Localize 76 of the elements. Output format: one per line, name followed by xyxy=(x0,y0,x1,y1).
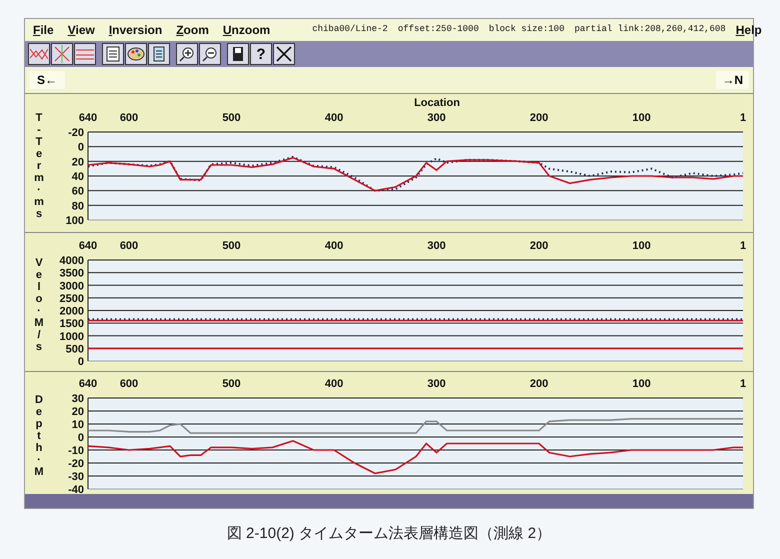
tick-label: 200 xyxy=(530,378,548,390)
tick-label: 40 xyxy=(72,171,84,183)
layer-lines-icon[interactable] xyxy=(74,43,96,65)
tick-label: -30 xyxy=(68,471,84,483)
tick-label: 20 xyxy=(72,156,84,168)
tick-label: 2500 xyxy=(60,292,84,305)
tick-label: 200 xyxy=(530,112,548,124)
status-text: offset:250-1000 xyxy=(398,23,479,36)
menu-item[interactable]: Unzoom xyxy=(220,21,272,39)
tick-label: 3000 xyxy=(60,280,84,292)
axis-title: T-Term·ms xyxy=(34,112,44,220)
zoom-out-icon[interactable] xyxy=(199,43,221,65)
tick-label: 3500 xyxy=(60,268,84,280)
tick-label: 640 xyxy=(78,112,98,124)
tick-label: 1 xyxy=(740,378,746,390)
tick-label: 100 xyxy=(632,112,651,124)
figure-caption: 図 2-10(2) タイムターム法表層構造図（測線 2） xyxy=(226,524,552,544)
tick-label: 400 xyxy=(324,112,344,124)
status-text: block size:100 xyxy=(488,23,564,36)
tick-label: 100 xyxy=(632,240,651,252)
tick-label: 20 xyxy=(72,406,84,418)
save-icon[interactable] xyxy=(227,43,249,65)
tick-label: 30 xyxy=(72,393,84,405)
direction-label: →N xyxy=(716,71,749,89)
direction-label: S← xyxy=(29,71,66,89)
tick-label: 400 xyxy=(324,378,344,390)
tick-label: 300 xyxy=(427,112,446,124)
tick-label: 300 xyxy=(427,378,446,390)
tick-label: 1000 xyxy=(60,330,84,343)
menu-item[interactable]: File xyxy=(31,21,56,39)
tick-label: 200 xyxy=(530,240,548,252)
tick-label: 0 xyxy=(78,432,84,444)
help-button[interactable]: ? xyxy=(250,43,272,65)
tick-label: -40 xyxy=(68,484,84,494)
wave-chart-icon[interactable] xyxy=(28,43,50,65)
tick-label: -20 xyxy=(68,127,84,139)
menu-item[interactable]: Inversion xyxy=(106,21,164,39)
tick-label: 500 xyxy=(222,112,241,124)
tick-label: 1500 xyxy=(60,318,84,330)
crossing-lines-icon[interactable] xyxy=(51,43,73,65)
tick-label: 1 xyxy=(740,240,746,252)
tick-label: 100 xyxy=(632,378,651,390)
status-text: chiba00/Line-2 xyxy=(312,23,388,36)
axis-title: Location xyxy=(414,97,460,109)
tick-label: 400 xyxy=(324,240,344,252)
tick-label: 1 xyxy=(740,112,746,124)
menu-item[interactable]: Zoom xyxy=(174,21,211,39)
tick-label: 4000 xyxy=(60,255,84,267)
tick-label: 0 xyxy=(78,142,84,154)
menu-item[interactable]: Help xyxy=(736,21,762,39)
table-icon[interactable] xyxy=(102,43,124,65)
tick-label: 500 xyxy=(222,378,241,390)
status-text: partial link:208,260,412,608 xyxy=(574,23,726,36)
tick-label: -20 xyxy=(68,458,84,470)
close-icon[interactable] xyxy=(273,43,295,65)
tick-label: 100 xyxy=(66,215,84,227)
tick-label: 600 xyxy=(120,378,138,390)
tick-label: 0 xyxy=(78,356,84,368)
palette-icon[interactable] xyxy=(125,43,147,65)
tick-label: 2000 xyxy=(60,306,84,318)
tick-label: 600 xyxy=(120,240,138,252)
tick-label: 60 xyxy=(72,186,84,198)
axis-title: Depth·M xyxy=(34,394,44,478)
tick-label: 10 xyxy=(72,419,84,431)
tick-label: -10 xyxy=(68,445,84,457)
menu-item[interactable]: View xyxy=(66,21,97,39)
document-icon[interactable] xyxy=(148,43,170,65)
zoom-in-icon[interactable] xyxy=(176,43,198,65)
tick-label: 500 xyxy=(222,240,241,252)
tick-label: 300 xyxy=(427,240,446,252)
axis-title: Velo·M/s xyxy=(34,256,44,354)
tick-label: 640 xyxy=(78,378,98,390)
tick-label: 80 xyxy=(72,200,84,212)
tick-label: 600 xyxy=(120,112,138,124)
tick-label: 640 xyxy=(78,240,98,252)
tick-label: 500 xyxy=(66,343,84,356)
